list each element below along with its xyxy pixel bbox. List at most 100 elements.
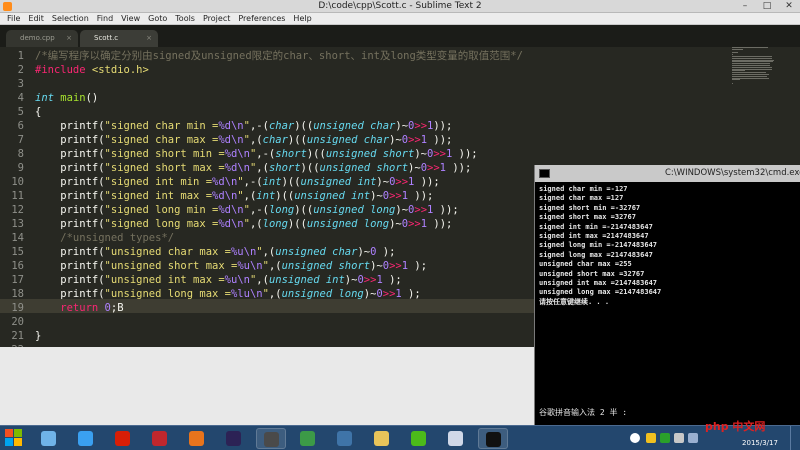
line-number: 8 (17, 148, 24, 160)
line-number: 18 (11, 288, 24, 300)
menu-item-edit[interactable]: Edit (24, 13, 48, 24)
cmd-window[interactable]: C:\WINDOWS\system32\cmd.exe signed char … (534, 165, 800, 425)
code-token: >> (382, 288, 396, 300)
code-token: "signed int min = (104, 176, 213, 188)
menu-item-selection[interactable]: Selection (48, 13, 93, 24)
menu-item-view[interactable]: View (117, 13, 144, 24)
cmd-titlebar[interactable]: C:\WINDOWS\system32\cmd.exe (535, 165, 800, 182)
tray-app-icon[interactable] (646, 433, 656, 443)
code-token: "signed long min = (104, 204, 219, 216)
cmd-icon (486, 432, 501, 447)
menu-item-project[interactable]: Project (199, 13, 234, 24)
code-token: ,-( (256, 148, 276, 160)
code-token: int (262, 176, 282, 188)
code-line: /*编写程序以确定分别由signed及unsigned限定的char、short… (35, 49, 523, 63)
code-token: ,( (268, 288, 282, 300)
start-logo-icon (5, 429, 13, 437)
taskbar-button[interactable] (441, 428, 471, 449)
menu-item-file[interactable]: File (3, 13, 24, 24)
minimize-icon[interactable]: – (734, 0, 756, 13)
code-token: %lu\n (230, 288, 263, 300)
close-icon[interactable]: ✕ (778, 0, 800, 13)
code-token: )); (446, 162, 472, 174)
minimap[interactable] (732, 47, 777, 87)
menu-item-tools[interactable]: Tools (171, 13, 199, 24)
code-token: )~ (389, 218, 402, 230)
cmd-output-line: signed short min =-32767 (539, 203, 641, 212)
menu-item-goto[interactable]: Goto (144, 13, 171, 24)
taskbar-button[interactable] (108, 428, 138, 449)
cmd-title: C:\WINDOWS\system32\cmd.exe (665, 168, 800, 178)
code-token: %d\n (218, 204, 244, 216)
menu-item-help[interactable]: Help (289, 13, 315, 24)
start-button[interactable] (5, 429, 23, 447)
code-token: >> (363, 274, 377, 286)
code-token: %d\n (224, 148, 250, 160)
code-line: } (35, 329, 41, 343)
code-token: )~ (389, 134, 402, 146)
code-line: printf("signed short max =%d\n",(short)(… (35, 161, 471, 175)
line-number-gutter: 12345678910111213141516171819202122 (0, 47, 30, 347)
taskbar-button[interactable] (367, 428, 397, 449)
tab-scott-c[interactable]: Scott.c × (80, 30, 158, 47)
image-viewer-icon (448, 431, 463, 446)
code-token: )(( (306, 148, 326, 160)
show-desktop-button[interactable] (790, 426, 800, 450)
start-logo-icon (14, 438, 22, 446)
network-icon[interactable] (660, 433, 670, 443)
code-line: printf("signed long min =%d\n",-(long)((… (35, 203, 458, 217)
taskbar-button[interactable] (293, 428, 323, 449)
code-token: %u\n (230, 246, 257, 258)
code-token: )~ (395, 204, 409, 216)
flag-icon[interactable] (674, 433, 684, 443)
code-token: "signed char max = (104, 134, 219, 146)
tab-close-icon[interactable]: × (146, 30, 152, 47)
code-token: unsigned char (275, 246, 358, 258)
code-token: unsigned int (300, 176, 377, 188)
sublime-app-icon (3, 2, 12, 11)
code-line: int main() (35, 91, 98, 105)
code-line: printf("unsigned short max =%u\n",(unsig… (35, 259, 427, 273)
menu-bar: File Edit Selection Find View Goto Tools Projec… (0, 13, 800, 25)
maximize-icon[interactable]: □ (756, 0, 778, 13)
code-token: return (35, 302, 99, 314)
control-panel-icon (41, 431, 56, 446)
taskbar-button[interactable] (478, 428, 508, 449)
code-token: ,( (249, 218, 263, 230)
code-token: ); (376, 246, 396, 258)
code-token: )(( (287, 218, 307, 230)
taskbar-button[interactable] (182, 428, 212, 449)
volume-icon[interactable] (688, 433, 698, 443)
help-icon[interactable] (630, 433, 640, 443)
code-token: unsigned int (294, 190, 371, 202)
code-token: ,-( (249, 120, 269, 132)
code-token: >> (389, 190, 402, 202)
code-token: "unsigned short max = (104, 260, 238, 272)
code-line: printf("signed short min =%d\n",-(short)… (35, 147, 477, 161)
taskbar-button[interactable] (34, 428, 64, 449)
taskbar-button[interactable] (404, 428, 434, 449)
cmd-output-line: unsigned long max =2147483647 (539, 288, 662, 297)
code-token: printf( (35, 190, 105, 202)
line-number: 14 (11, 232, 24, 244)
taskbar-button[interactable] (145, 428, 175, 449)
tab-demo-cpp[interactable]: demo.cpp × (6, 30, 78, 47)
watermark-logo: php 中文网 (705, 420, 766, 433)
tab-close-icon[interactable]: × (66, 30, 72, 47)
code-token: unsigned long (281, 288, 364, 300)
menu-item-preferences[interactable]: Preferences (234, 13, 289, 24)
start-logo-icon (5, 438, 13, 446)
taskbar-button[interactable] (219, 428, 249, 449)
code-token: unsigned short (325, 148, 415, 160)
code-token: } (35, 330, 42, 342)
taskbar-button[interactable] (330, 428, 360, 449)
cmd-output-line: unsigned short max =32767 (539, 269, 645, 278)
taskbar-button[interactable] (71, 428, 101, 449)
cmd-output-line: unsigned char max =255 (539, 260, 632, 269)
taskbar-button[interactable] (256, 428, 286, 449)
python-icon (337, 431, 352, 446)
menu-item-find[interactable]: Find (93, 13, 117, 24)
tab-bar: demo.cpp × Scott.c × (0, 25, 800, 47)
window-titlebar[interactable]: D:\code\cpp\Scott.c - Sublime Text 2 – □… (0, 0, 800, 13)
cmd-output-line: signed int max =2147483647 (539, 232, 649, 240)
